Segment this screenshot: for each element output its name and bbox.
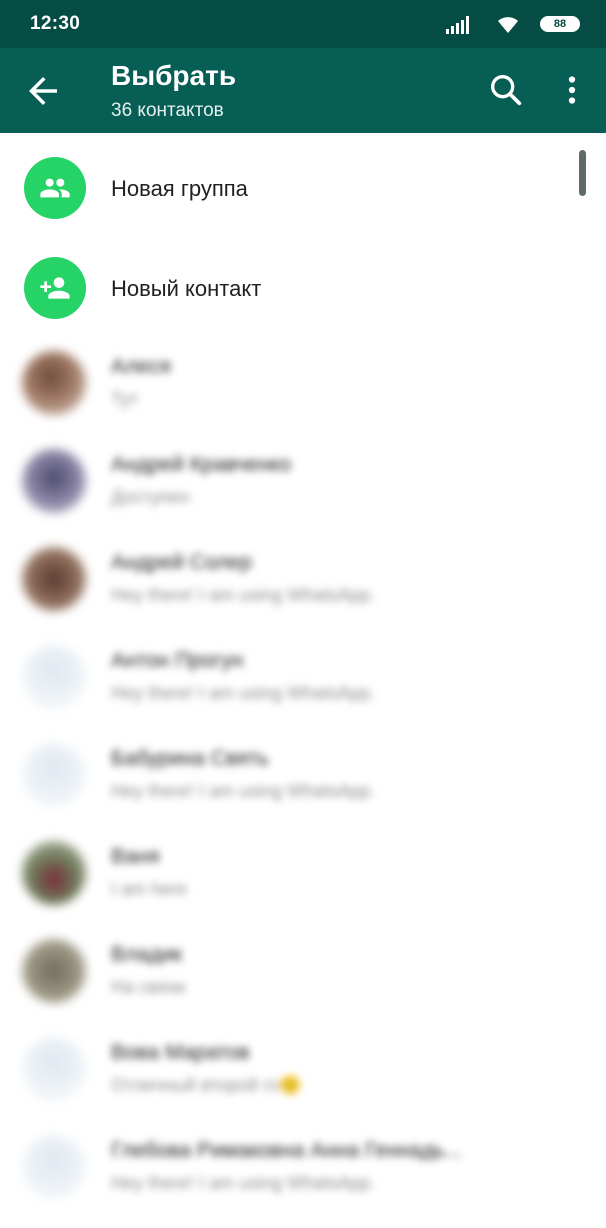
scrollbar-thumb[interactable]	[579, 150, 586, 196]
contact-status: Hey there! I am using WhatsApp.	[111, 1173, 376, 1193]
app-bar: Выбрать 36 контактов	[0, 48, 606, 133]
contact-status: Тут	[111, 389, 139, 409]
contact-name: Глебова Римаковна Анна Геннадь...	[111, 1139, 463, 1162]
contact-row[interactable]: Андрей Солер Hey there! I am using Whats…	[0, 529, 606, 627]
contact-list: Новая группа Новый контакт Алеся Тут Анд…	[0, 133, 606, 1215]
contact-row[interactable]: Андрей Кравченко Доступен	[0, 431, 606, 529]
contact-avatar	[22, 1135, 86, 1199]
new-group-avatar	[24, 157, 86, 219]
contact-status: I am here	[111, 879, 188, 899]
contact-count: 36 контактов	[111, 100, 224, 121]
contact-avatar	[22, 449, 86, 513]
search-button[interactable]	[486, 70, 526, 110]
back-button[interactable]	[22, 70, 64, 112]
contact-name: Вова Маратов	[111, 1041, 250, 1064]
contact-avatar	[22, 841, 86, 905]
back-arrow-icon	[29, 77, 57, 105]
contact-name: Андрей Солер	[111, 551, 252, 574]
contact-status: Доступен	[111, 487, 190, 507]
more-options-button[interactable]	[554, 70, 590, 110]
contact-avatar	[22, 351, 86, 415]
contact-avatar	[22, 939, 86, 1003]
search-icon	[491, 75, 522, 106]
contact-row[interactable]: Антон Прогун Hey there! I am using Whats…	[0, 627, 606, 725]
new-group-label: Новая группа	[111, 176, 248, 201]
more-vert-icon	[568, 76, 576, 104]
contact-avatar	[22, 1037, 86, 1101]
contact-status: Hey there! I am using WhatsApp.	[111, 585, 376, 605]
contact-name: Андрей Кравченко	[111, 453, 291, 476]
contact-status: Отличный второй го🙂	[111, 1075, 302, 1095]
group-icon	[40, 178, 70, 198]
contact-name: Владик	[111, 943, 183, 966]
contact-name: Бабурина Свять	[111, 747, 269, 770]
contact-name: Антон Прогун	[111, 649, 244, 672]
contact-status: На связи	[111, 977, 186, 997]
contact-row[interactable]: Ваня I am here	[0, 823, 606, 921]
contact-avatar	[22, 645, 86, 709]
wifi-icon	[498, 17, 518, 33]
contact-name: Алеся	[111, 355, 171, 378]
contact-row[interactable]: Владик На связи	[0, 921, 606, 1019]
new-contact-avatar	[24, 257, 86, 319]
battery-icon: 88	[540, 16, 580, 32]
contact-row[interactable]: Глебова Римаковна Анна Геннадь... Hey th…	[0, 1117, 606, 1215]
battery-level: 88	[553, 18, 567, 30]
add-person-icon	[40, 277, 70, 299]
status-time: 12:30	[30, 13, 81, 34]
new-group-row[interactable]: Новая группа	[0, 133, 606, 233]
contact-avatar	[22, 743, 86, 807]
page-title: Выбрать	[111, 60, 237, 91]
contact-name: Ваня	[111, 845, 160, 868]
contact-status: Hey there! I am using WhatsApp.	[111, 781, 376, 801]
contact-row[interactable]: Вова Маратов Отличный второй го🙂	[0, 1019, 606, 1117]
new-contact-row[interactable]: Новый контакт	[0, 233, 606, 333]
new-contact-label: Новый контакт	[111, 276, 262, 301]
status-bar: 12:30 88	[0, 0, 606, 48]
contact-status: Hey there! I am using WhatsApp.	[111, 683, 376, 703]
contact-row[interactable]: Алеся Тут	[0, 333, 606, 431]
signal-icon	[446, 16, 469, 34]
contact-avatar	[22, 547, 86, 611]
contact-row[interactable]: Бабурина Свять Hey there! I am using Wha…	[0, 725, 606, 823]
